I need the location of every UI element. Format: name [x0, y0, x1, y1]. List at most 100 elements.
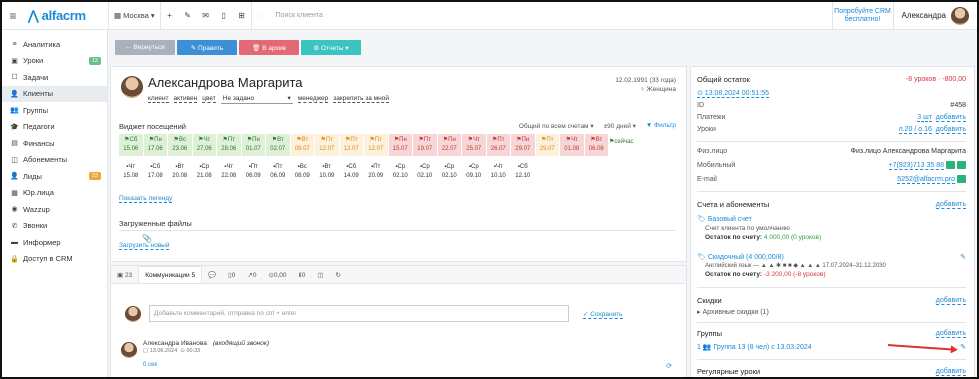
add-payment-link[interactable]: добавить: [935, 114, 966, 122]
sidebar-item[interactable]: 👤 Лиды 23: [2, 168, 107, 185]
add-discount-link[interactable]: добавить: [935, 297, 966, 305]
visit-cell[interactable]: ▪Сб 12.10: [511, 161, 535, 183]
visit-cell[interactable]: ⚑Чт 01.08: [560, 134, 584, 156]
sync-icon[interactable]: ⟳: [666, 362, 672, 370]
visit-cell[interactable]: ▪Ср 21.08: [192, 161, 216, 183]
mail-icon[interactable]: ✉: [197, 2, 215, 30]
discount-account-link[interactable]: 🏷 Скидочный (4 000,00/8): [697, 253, 784, 261]
phone-icon[interactable]: ▯: [215, 2, 233, 30]
add-account-link[interactable]: добавить: [935, 201, 966, 209]
balance-date-link[interactable]: ⊙ 13.08.2024 00:51:55: [697, 89, 770, 98]
branch-select[interactable]: ▦ Москва ▾: [109, 2, 160, 30]
sidebar-item[interactable]: ▤ Финансы: [2, 135, 107, 152]
filter-button[interactable]: ▼ Фильтр: [646, 122, 676, 131]
visit-cell[interactable]: ▪Сб 14.09: [339, 161, 363, 183]
sidebar-item[interactable]: 👤 Клиенты: [2, 85, 107, 102]
sidebar-item[interactable]: ✆ Звонки: [2, 218, 107, 235]
visit-cell[interactable]: ⚑Вт 06.08: [584, 134, 608, 156]
wrench-icon[interactable]: ✎: [179, 2, 197, 30]
visit-cell[interactable]: ▪Пт 06.09: [241, 161, 265, 183]
visit-cell[interactable]: ⚑Пн 22.07: [437, 134, 461, 156]
visit-cell[interactable]: ⚑Пт 12.07: [315, 134, 339, 156]
add-regular-lesson-link[interactable]: добавить: [935, 368, 966, 376]
visit-cell[interactable]: ⚑Пн 29.07: [511, 134, 535, 156]
archived-discounts-link[interactable]: ▸ Архивные скидки (1): [697, 308, 769, 316]
visit-cell[interactable]: ▪Вт 10.09: [315, 161, 339, 183]
tab-communication[interactable]: ↻: [330, 266, 347, 283]
tab-communication[interactable]: ▯0: [222, 266, 241, 283]
visit-cell[interactable]: ⚑Пт 28.06: [217, 134, 241, 156]
visit-cell[interactable]: ▪Чт 10.10: [486, 161, 510, 183]
edit-button[interactable]: ✎ Править: [177, 40, 237, 55]
base-account-link[interactable]: 🏷 Базовый счет: [697, 215, 752, 223]
email-value[interactable]: 5252@alfacrm.pro: [897, 175, 955, 184]
cart-icon[interactable]: ⊞: [233, 2, 251, 30]
manager-link[interactable]: менеджер: [297, 95, 329, 103]
archive-button[interactable]: 🗑 В архив: [239, 40, 299, 55]
visit-cell[interactable]: ⚑Пн 01.07: [241, 134, 265, 156]
accounts-filter[interactable]: Общий по всем счетам ▾: [519, 122, 594, 131]
edit-icon[interactable]: ✎: [960, 253, 966, 261]
sidebar-item[interactable]: ◫ Абонементы: [2, 152, 107, 169]
status-select[interactable]: Не задано ▾: [220, 93, 293, 104]
visit-cell[interactable]: ▪Вт 20.08: [168, 161, 192, 183]
visit-cell[interactable]: ▪Пт 06.09: [266, 161, 290, 183]
lessons-count[interactable]: л.20 / о.16: [898, 126, 932, 134]
add-lesson-link[interactable]: добавить: [935, 126, 966, 134]
period-filter[interactable]: ±90 дней ▾: [604, 122, 636, 131]
group-link[interactable]: 1 👥 Группа 13 (8 чел) с 13.03.2024: [697, 343, 812, 351]
mail-icon[interactable]: [957, 175, 966, 183]
visit-cell[interactable]: ⚑Чт 25.07: [462, 134, 486, 156]
visit-cell[interactable]: ⚑Пт 29.07: [535, 134, 559, 156]
tab-communication[interactable]: ↗0: [241, 266, 262, 283]
tab-communication[interactable]: ⊙0,00: [262, 266, 292, 283]
tab-communication[interactable]: 💬: [202, 266, 222, 283]
sidebar-item[interactable]: ≡ Аналитика: [2, 36, 107, 53]
visit-cell[interactable]: ⚑Пн 15.07: [388, 134, 412, 156]
reports-button[interactable]: ⚙ Отчеты ▾: [301, 40, 361, 55]
tag-color[interactable]: цвет: [202, 95, 216, 103]
visit-cell[interactable]: ▪Чт 22.08: [217, 161, 241, 183]
save-button[interactable]: ✓ Сохранить: [583, 310, 623, 319]
client-search-input[interactable]: Поиск клиента: [270, 12, 832, 19]
pin-to-me-link[interactable]: закрепить за мной: [333, 95, 389, 103]
visit-cell[interactable]: ⚑Чт 27.06: [192, 134, 216, 156]
try-crm-link[interactable]: Попробуйте CRM бесплатно!: [833, 8, 893, 24]
visit-cell[interactable]: ▪Сб 17.08: [143, 161, 167, 183]
visit-cell[interactable]: ▪Ср 02.10: [413, 161, 437, 183]
visit-cell[interactable]: ⚑Пт 26.07: [486, 134, 510, 156]
sidebar-item[interactable]: ▦ Юр.лица: [2, 185, 107, 202]
logo[interactable]: ⋀ alfacrm: [28, 8, 108, 24]
whatsapp-icon[interactable]: [946, 161, 955, 169]
visit-cell[interactable]: ⚑Сб 15.06: [119, 134, 143, 156]
back-button[interactable]: ← Вернуться: [115, 40, 175, 55]
tab-communication[interactable]: ▣ 23: [111, 266, 138, 283]
visit-cell[interactable]: ▪Пт 20.09: [364, 161, 388, 183]
tab-communication[interactable]: Ⅱ0: [293, 266, 312, 283]
visit-cell[interactable]: ▪Чт 15.08: [119, 161, 143, 183]
visit-cell[interactable]: ▪Ср 02.10: [388, 161, 412, 183]
mobile-value[interactable]: +7(923)713 35 88: [888, 161, 944, 170]
menu-icon[interactable]: ≡: [2, 9, 24, 23]
visit-cell[interactable]: ⚑Пт 19.07: [413, 134, 437, 156]
tag-active[interactable]: активен: [173, 95, 198, 103]
sidebar-item[interactable]: ◉ Wazzup: [2, 201, 107, 218]
tag-client[interactable]: клиент: [148, 95, 169, 103]
visit-cell[interactable]: ⚑Пт 12.07: [364, 134, 388, 156]
phone-icon[interactable]: [957, 161, 966, 169]
visit-cell[interactable]: ▪Вс 08.09: [290, 161, 314, 183]
upload-new-link[interactable]: Загрузить новый: [119, 242, 170, 250]
plus-icon[interactable]: +: [161, 2, 179, 30]
visit-cell[interactable]: ▪Ср 09.10: [462, 161, 486, 183]
show-legend-link[interactable]: Показать легенду: [119, 195, 173, 203]
visit-cell[interactable]: ⚑Вс 23.06: [168, 134, 192, 156]
comment-input[interactable]: Добавьте комментарий, отправка по ctrl +…: [149, 305, 569, 322]
visit-cell[interactable]: ⚑Вт 02.07: [266, 134, 290, 156]
sidebar-item[interactable]: ☐ Задачи: [2, 69, 107, 86]
sidebar-item[interactable]: 👥 Группы: [2, 102, 107, 119]
visit-cell[interactable]: ▪Ср 02.10: [437, 161, 461, 183]
payments-count[interactable]: 3 шт: [917, 114, 932, 122]
visit-cell[interactable]: ⚑Пн 17.06: [143, 134, 167, 156]
sidebar-item[interactable]: 🎓 Педагоги: [2, 119, 107, 136]
tab-communication[interactable]: ◫: [311, 266, 329, 283]
